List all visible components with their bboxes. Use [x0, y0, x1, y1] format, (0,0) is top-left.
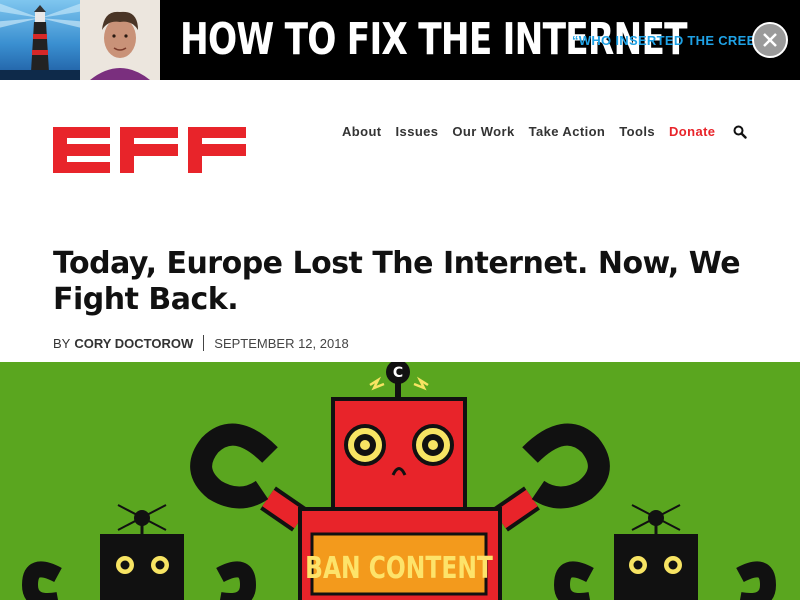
nav-item-take-action[interactable]: Take Action — [529, 124, 606, 139]
search-icon[interactable] — [733, 125, 748, 139]
small-robot-right — [553, 504, 777, 600]
nav-item-our-work[interactable]: Our Work — [452, 124, 514, 139]
author-link[interactable]: CORY DOCTOROW — [74, 336, 193, 351]
close-icon[interactable] — [752, 22, 788, 58]
lighthouse-illustration — [0, 0, 80, 80]
publish-date: SEPTEMBER 12, 2018 — [214, 335, 349, 351]
eff-logo[interactable] — [53, 127, 246, 173]
host-portrait — [80, 0, 160, 80]
main-nav: About Issues Our Work Take Action Tools … — [342, 124, 748, 139]
nav-item-tools[interactable]: Tools — [619, 124, 655, 139]
byline-prefix: BY — [53, 335, 71, 351]
small-robot-left — [21, 504, 257, 600]
nav-item-about[interactable]: About — [342, 124, 382, 139]
svg-text:C: C — [393, 365, 403, 381]
nav-item-donate[interactable]: Donate — [669, 124, 715, 139]
byline-divider — [203, 335, 205, 351]
ban-content-sign-text: BAN CONTENT — [305, 551, 493, 586]
byline: BY CORY DOCTOROW SEPTEMBER 12, 2018 — [53, 335, 349, 351]
article-title: Today, Europe Lost The Internet. Now, We… — [53, 246, 741, 317]
nav-item-issues[interactable]: Issues — [396, 124, 439, 139]
hero-illustration: C BAN CONTENT — [0, 362, 800, 600]
promo-banner[interactable]: HOW TO FIX THE INTERNET “WHO INSERTED TH… — [0, 0, 800, 80]
